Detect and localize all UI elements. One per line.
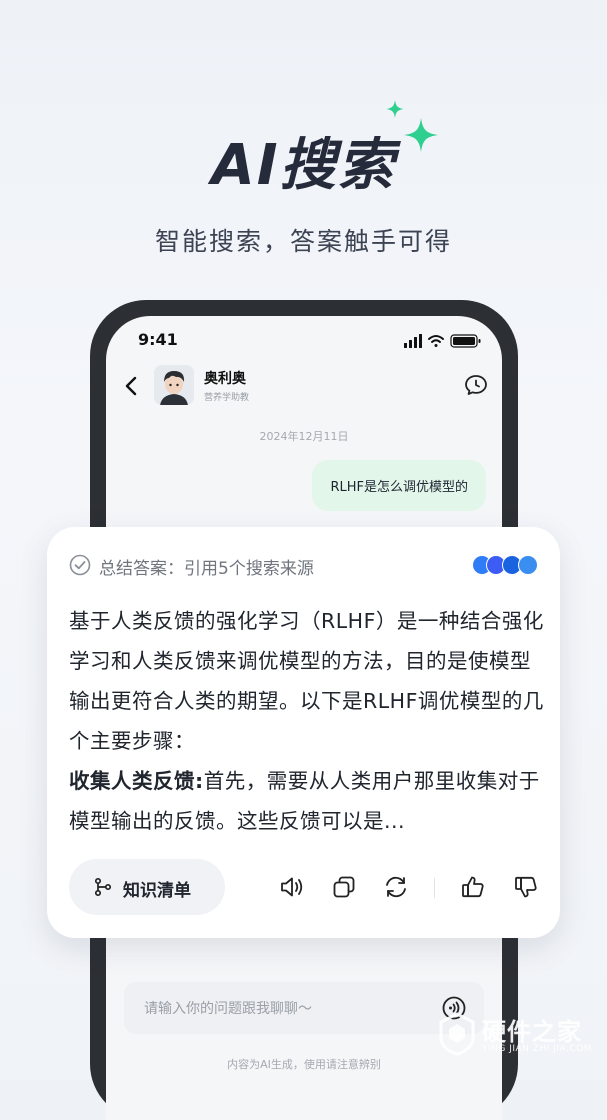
sparkle-big-icon bbox=[404, 118, 438, 152]
watermark-subtitle: YING JIAN ZHI JIA.COM bbox=[482, 1044, 593, 1054]
hero-title: AI搜索 bbox=[211, 133, 396, 198]
chat-input[interactable] bbox=[142, 982, 426, 1036]
chat-history-icon[interactable] bbox=[464, 374, 488, 396]
chat-header: 奥利奥 营养学助教 bbox=[106, 362, 502, 410]
answer-bold-lead: 收集人类反馈: bbox=[69, 769, 204, 793]
contact-name: 奥利奥 bbox=[204, 371, 246, 387]
hero-subtitle: 智能搜索，答案触手可得 bbox=[154, 227, 452, 256]
source-icons[interactable] bbox=[472, 555, 540, 575]
watermark-shield-icon bbox=[439, 1012, 475, 1056]
battery-icon bbox=[450, 334, 481, 348]
status-time: 9:41 bbox=[138, 330, 178, 349]
wifi-icon bbox=[428, 335, 444, 347]
cellular-signal-icon bbox=[404, 334, 422, 348]
avatar-boy-icon bbox=[154, 365, 194, 405]
contact-role: 营养学助教 bbox=[204, 393, 250, 403]
watermark: 硬件之家 YING JIAN ZHI JIA.COM bbox=[438, 1010, 598, 1070]
summary-label: 总结答案：引用5个搜索来源 bbox=[99, 559, 314, 579]
answer-paragraph-1: 基于人类反馈的强化学习（RLHF）是一种结合强化学习和人类反馈来调优模型的方法，… bbox=[69, 609, 544, 753]
user-message-bubble: RLHF是怎么调优模型的 bbox=[312, 460, 486, 511]
thumbs-down-icon[interactable] bbox=[513, 874, 539, 900]
date-separator: 2024年12月11日 bbox=[259, 430, 349, 443]
sparkle-small-icon bbox=[386, 100, 404, 118]
answer-text: 基于人类反馈的强化学习（RLHF）是一种结合强化学习和人类反馈来调优模型的方法，… bbox=[69, 601, 545, 841]
source-c-logo-icon[interactable] bbox=[518, 555, 538, 575]
watermark-title: 硬件之家 bbox=[482, 1018, 582, 1046]
knowledge-list-button[interactable]: 知识清单 bbox=[69, 859, 225, 915]
knowledge-list-label: 知识清单 bbox=[123, 881, 191, 901]
thumbs-up-icon[interactable] bbox=[460, 874, 486, 900]
branch-icon bbox=[94, 877, 112, 897]
copy-icon[interactable] bbox=[331, 874, 357, 900]
chat-input-box[interactable] bbox=[124, 982, 484, 1036]
back-arrow-icon[interactable] bbox=[124, 376, 138, 396]
regenerate-icon[interactable] bbox=[383, 874, 409, 900]
summary-row: 总结答案：引用5个搜索来源 bbox=[69, 553, 540, 579]
actions-divider bbox=[434, 878, 435, 898]
speaker-icon[interactable] bbox=[279, 874, 305, 900]
avatar[interactable] bbox=[154, 365, 194, 405]
status-icons bbox=[404, 334, 481, 348]
check-circle-icon bbox=[69, 554, 91, 576]
answer-card: 总结答案：引用5个搜索来源 基于人类反馈的强化学习（RLHF）是一种结合强化学习… bbox=[47, 527, 560, 938]
